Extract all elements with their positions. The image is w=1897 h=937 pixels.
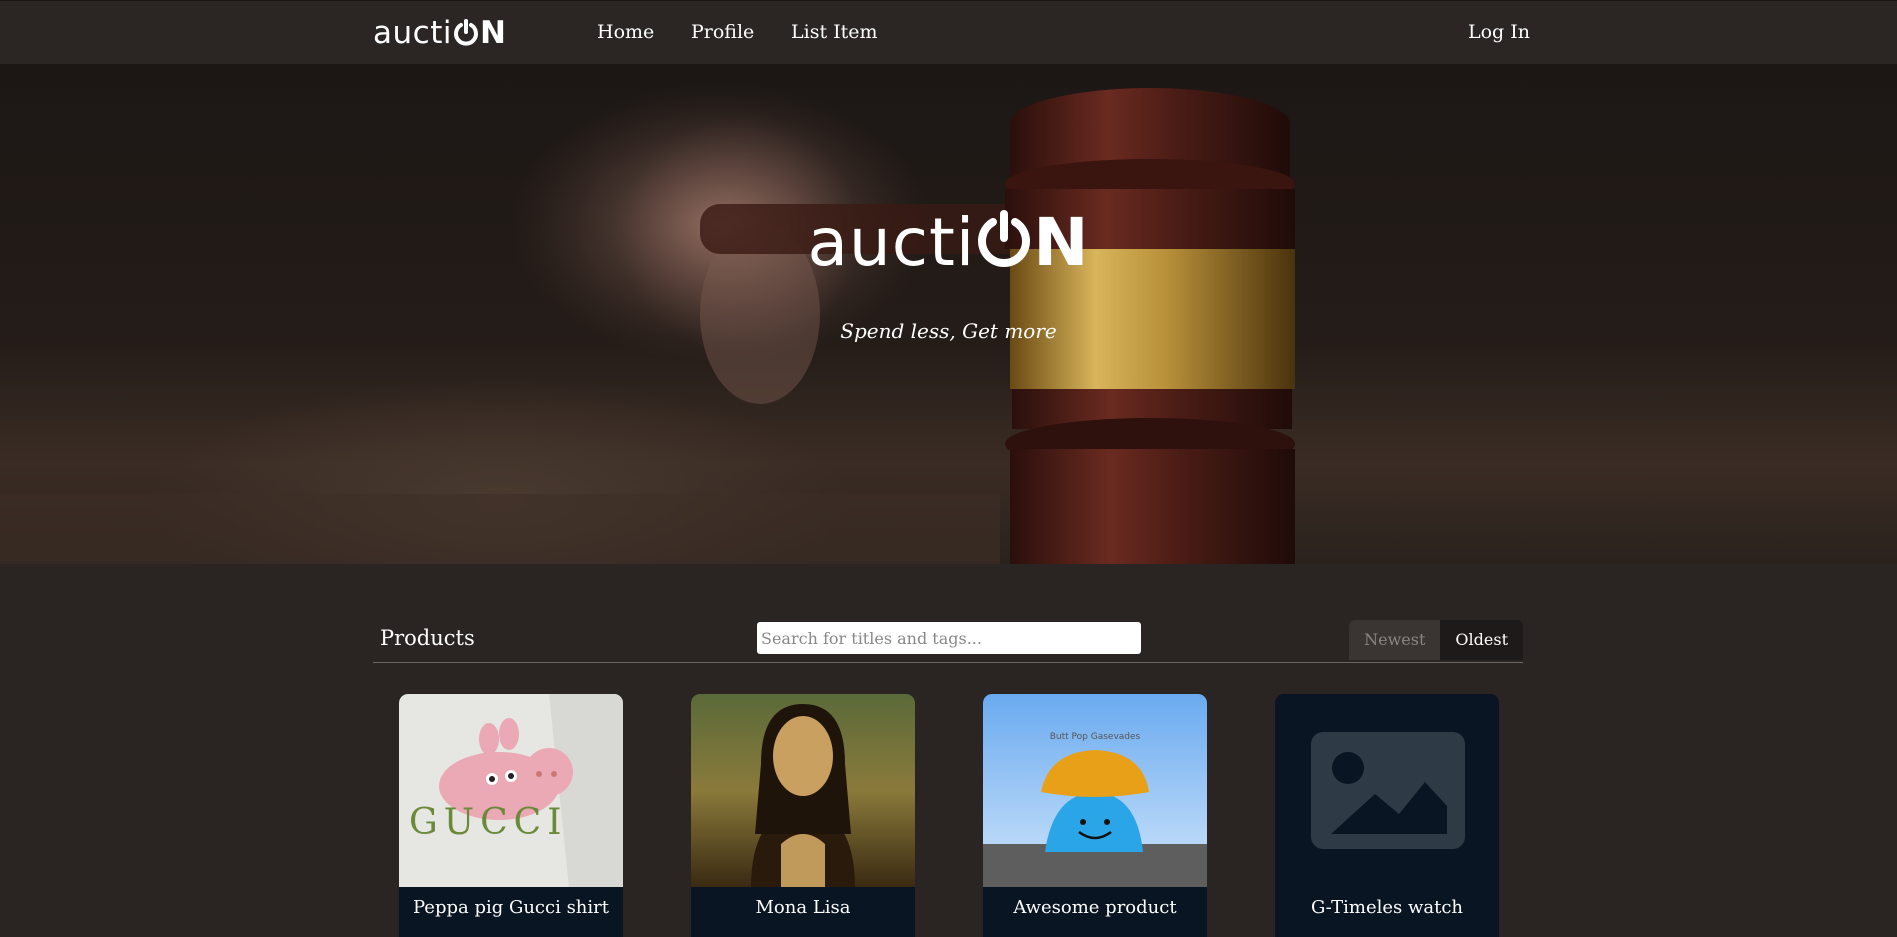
image-placeholder-icon (1311, 732, 1465, 849)
navbar: aucti N Home Profile List Item Log In (0, 0, 1897, 64)
brand-logo-suffix: N (479, 15, 507, 51)
product-card[interactable]: GUCCI Peppa pig Gucci shirt (399, 694, 623, 937)
nav-home-link[interactable]: Home (597, 21, 654, 43)
brand-logo-on: N (452, 15, 506, 51)
hero-logo: aucti N (0, 204, 1897, 281)
nav-profile-link[interactable]: Profile (691, 21, 754, 43)
product-card[interactable]: Butt Pop Gasevades Awesome product (983, 694, 1207, 937)
sort-toggle: Newest Oldest (1349, 620, 1523, 660)
hero-banner: aucti N Spend less, Get more (0, 64, 1897, 564)
products-title: Products (380, 626, 475, 650)
nav-list-item-link[interactable]: List Item (791, 21, 878, 43)
hero-logo-prefix: aucti (807, 204, 976, 281)
svg-text:Butt Pop Gasevades: Butt Pop Gasevades (1050, 732, 1141, 742)
sort-newest-button[interactable]: Newest (1349, 620, 1441, 660)
product-title: Peppa pig Gucci shirt (399, 887, 623, 937)
product-card[interactable]: G-Timeles watch (1275, 694, 1499, 937)
product-image-mona-lisa (691, 694, 915, 887)
product-card[interactable]: Mona Lisa (691, 694, 915, 937)
product-title: Mona Lisa (691, 887, 915, 937)
hero-logo-suffix: N (1033, 204, 1090, 281)
sort-oldest-button[interactable]: Oldest (1440, 620, 1523, 660)
search-input[interactable] (757, 622, 1141, 654)
power-icon (978, 210, 1031, 268)
hero-logo-on: N (975, 204, 1089, 281)
product-image-placeholder (1275, 694, 1499, 887)
product-image-blue-blob-with-hat: Butt Pop Gasevades (983, 694, 1207, 887)
svg-text:GUCCI: GUCCI (409, 802, 567, 843)
product-title: G-Timeles watch (1275, 887, 1499, 937)
product-image-peppa-gucci-shirt: GUCCI (399, 694, 623, 887)
brand-logo-prefix: aucti (373, 15, 452, 51)
brand-logo[interactable]: aucti N (373, 15, 506, 51)
hero-tagline: Spend less, Get more (840, 319, 1057, 343)
nav-login-link[interactable]: Log In (1468, 21, 1530, 43)
gavel-image (0, 84, 1295, 564)
products-header: Products Newest Oldest (373, 620, 1523, 663)
product-title: Awesome product (983, 887, 1207, 937)
power-icon (453, 19, 478, 46)
